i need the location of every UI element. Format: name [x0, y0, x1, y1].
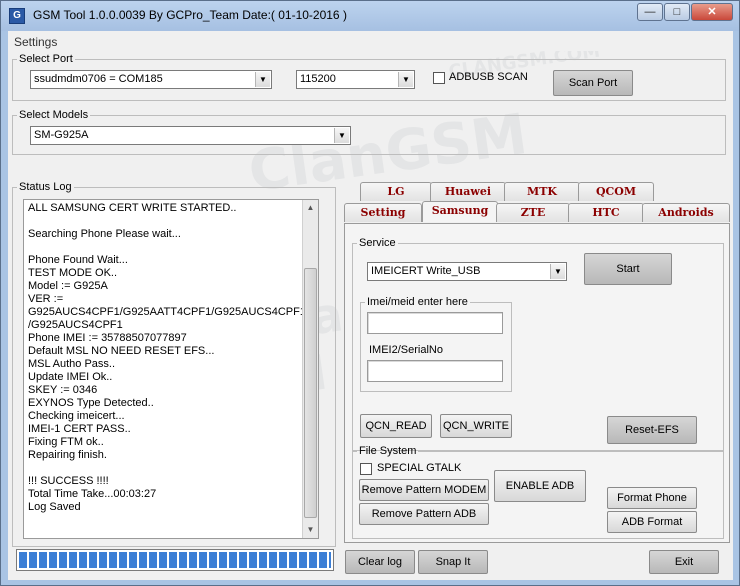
baud-combobox[interactable]: 115200 ▼: [296, 70, 415, 89]
port-combobox[interactable]: ssudmdm0706 = COM185 ▼: [30, 70, 272, 89]
log-line: TEST MODE OK..: [28, 267, 118, 279]
log-line: Searching Phone Please wait...: [28, 228, 181, 240]
imei2-input[interactable]: [367, 360, 503, 382]
app-icon: G: [9, 8, 25, 24]
log-scrollbar[interactable]: ▲ ▼: [302, 200, 318, 538]
log-line: EXYNOS Type Detected..: [28, 397, 154, 409]
adb-format-button[interactable]: ADB Format: [607, 511, 697, 533]
file-system-legend: File System: [359, 445, 417, 457]
log-line: Repairing finish.: [28, 449, 107, 461]
imei-group-legend: Imei/meid enter here: [367, 296, 468, 308]
tab-lg[interactable]: LG: [360, 182, 432, 201]
tab-setting[interactable]: Setting: [344, 203, 422, 222]
service-legend: Service: [359, 237, 396, 249]
special-gtalk-label: SPECIAL GTALK: [377, 462, 462, 474]
log-line: /G925AUCS4CPF1: [28, 319, 123, 331]
menu-settings[interactable]: Settings: [14, 35, 57, 49]
app-window: G GSM Tool 1.0.0.0039 By GCPro_Team Date…: [0, 0, 740, 586]
format-phone-button[interactable]: Format Phone: [607, 487, 697, 509]
baud-value: 115200: [300, 73, 336, 85]
reset-efs-button[interactable]: Reset-EFS: [607, 416, 697, 444]
tab-zte[interactable]: ZTE: [496, 203, 570, 222]
log-line: Fixing FTM ok..: [28, 436, 104, 448]
scroll-up-icon[interactable]: ▲: [303, 200, 318, 216]
tab-mtk[interactable]: MTK: [504, 182, 580, 201]
imei1-input[interactable]: [367, 312, 503, 334]
tab-samsung[interactable]: Samsung: [422, 201, 498, 222]
menu-bar: Settings: [8, 31, 733, 51]
chevron-down-icon[interactable]: ▼: [334, 128, 349, 143]
log-line: Phone IMEI := 35788507077897: [28, 332, 187, 344]
chevron-down-icon[interactable]: ▼: [255, 72, 270, 87]
progress-fill: [19, 552, 331, 568]
log-line: !!! SUCCESS !!!!: [28, 475, 109, 487]
tab-androids[interactable]: Androids: [642, 203, 730, 222]
exit-button[interactable]: Exit: [649, 550, 719, 574]
maximize-button[interactable]: □: [664, 3, 690, 21]
log-line: ALL SAMSUNG CERT WRITE STARTED..: [28, 202, 237, 214]
remove-pattern-modem-button[interactable]: Remove Pattern MODEM: [359, 479, 489, 501]
status-log-legend: Status Log: [19, 181, 72, 193]
adbusb-scan-label: ADBUSB SCAN: [449, 71, 528, 83]
log-line: VER :=: [28, 293, 64, 305]
remove-pattern-adb-button[interactable]: Remove Pattern ADB: [359, 503, 489, 525]
chevron-down-icon[interactable]: ▼: [550, 264, 565, 279]
log-line: IMEI-1 CERT PASS..: [28, 423, 131, 435]
log-line: Default MSL NO NEED RESET EFS...: [28, 345, 215, 357]
tab-htc[interactable]: HTC: [568, 203, 644, 222]
tab-qcom[interactable]: QCOM: [578, 182, 654, 201]
progress-bar: [16, 549, 334, 571]
status-log-lines: ALL SAMSUNG CERT WRITE STARTED.. Searchin…: [28, 202, 306, 514]
log-line: Update IMEI Ok..: [28, 371, 113, 383]
qcn-write-button[interactable]: QCN_WRITE: [440, 414, 512, 438]
minimize-button[interactable]: —: [637, 3, 663, 21]
log-line: Total Time Take...00:03:27: [28, 488, 157, 500]
close-button[interactable]: ✕: [691, 3, 733, 21]
log-line: Checking imeicert...: [28, 410, 125, 422]
chevron-down-icon[interactable]: ▼: [398, 72, 413, 87]
start-button[interactable]: Start: [584, 253, 672, 285]
log-line: G925AUCS4CPF1/G925AATT4CPF1/G925AUCS4CPF…: [28, 306, 306, 318]
special-gtalk-checkbox[interactable]: [360, 463, 372, 475]
log-line: MSL Autho Pass..: [28, 358, 116, 370]
snap-it-button[interactable]: Snap It: [418, 550, 488, 574]
select-models-legend: Select Models: [19, 109, 89, 121]
qcn-read-button[interactable]: QCN_READ: [360, 414, 432, 438]
scan-port-button[interactable]: Scan Port: [553, 70, 633, 96]
scroll-thumb[interactable]: [304, 268, 317, 518]
title-bar[interactable]: G GSM Tool 1.0.0.0039 By GCPro_Team Date…: [1, 1, 739, 31]
imei2-label: IMEI2/SerialNo: [369, 344, 443, 356]
model-value: SM-G925A: [34, 129, 89, 141]
select-port-legend: Select Port: [19, 53, 73, 65]
tab-huawei[interactable]: Huawei: [430, 182, 506, 201]
service-combobox[interactable]: IMEICERT Write_USB ▼: [367, 262, 567, 281]
status-log-box[interactable]: ALL SAMSUNG CERT WRITE STARTED.. Searchin…: [23, 199, 319, 539]
log-line: Phone Found Wait...: [28, 254, 128, 266]
service-value: IMEICERT Write_USB: [371, 265, 481, 277]
log-line: Model := G925A: [28, 280, 108, 292]
log-line: SKEY := 0346: [28, 384, 98, 396]
window-title: GSM Tool 1.0.0.0039 By GCPro_Team Date:(…: [33, 8, 347, 22]
client-area: ClanGSM ClanGSM ClanGSM CLANGSM.COM Sett…: [8, 31, 733, 580]
log-line: Log Saved: [28, 501, 81, 513]
port-value: ssudmdm0706 = COM185: [34, 73, 163, 85]
clear-log-button[interactable]: Clear log: [345, 550, 415, 574]
enable-adb-button[interactable]: ENABLE ADB: [494, 470, 586, 502]
adbusb-scan-checkbox[interactable]: [433, 72, 445, 84]
model-combobox[interactable]: SM-G925A ▼: [30, 126, 351, 145]
scroll-down-icon[interactable]: ▼: [303, 522, 318, 538]
